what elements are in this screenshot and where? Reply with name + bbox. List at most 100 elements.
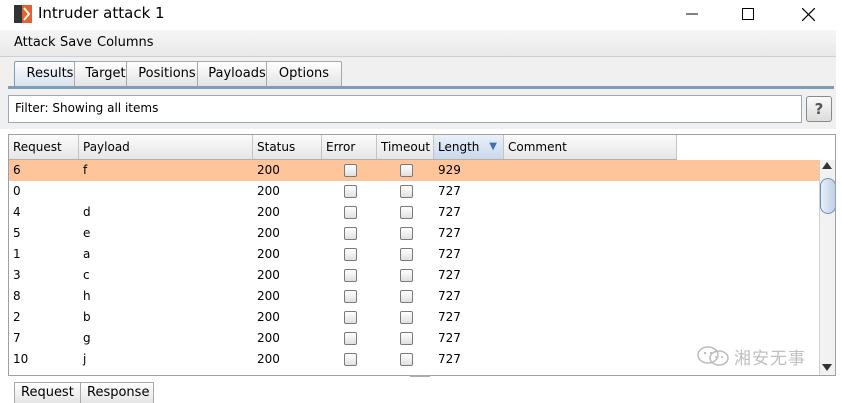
cell-payload: b (83, 310, 91, 324)
error-checkbox[interactable] (343, 185, 357, 198)
cell-comment (504, 307, 677, 328)
timeout-checkbox[interactable] (399, 227, 413, 240)
cell-timeout (377, 181, 434, 202)
cell-payload: j (83, 352, 87, 366)
cell-request: 5 (13, 226, 21, 240)
column-header-timeout[interactable]: Timeout (377, 135, 434, 159)
error-checkbox[interactable] (343, 332, 357, 345)
timeout-checkbox[interactable] (399, 311, 413, 324)
cell-comment (504, 265, 677, 286)
timeout-checkbox[interactable] (399, 185, 413, 198)
splitter-handle[interactable] (410, 375, 430, 377)
scroll-up-icon[interactable] (822, 162, 832, 169)
cell-error (322, 181, 377, 202)
cell-status: 200 (257, 163, 280, 177)
cell-length: 727 (438, 247, 461, 261)
cell-comment (504, 181, 677, 202)
window-title: Intruder attack 1 (38, 4, 165, 22)
cell-payload (79, 181, 253, 202)
sort-descending-icon: ▼ (489, 141, 497, 152)
cell-length: 727 (438, 352, 461, 366)
cell-status: 200 (257, 289, 280, 303)
table-row[interactable]: 1 a 200 727 (9, 244, 819, 265)
error-checkbox[interactable] (343, 227, 357, 240)
wechat-icon (697, 346, 729, 366)
table-row[interactable]: 6 f 200 929 (9, 160, 819, 181)
cell-status: 200 (257, 331, 280, 345)
help-icon[interactable]: ? (806, 96, 832, 122)
error-checkbox[interactable] (343, 290, 357, 303)
cell-request: 10 (13, 352, 29, 366)
error-checkbox[interactable] (343, 206, 357, 219)
cell-error (322, 160, 377, 181)
error-checkbox[interactable] (343, 353, 357, 366)
table-row[interactable]: 3 c 200 727 (9, 265, 819, 286)
cell-status: 200 (257, 268, 280, 282)
column-header-status[interactable]: Status (253, 135, 322, 159)
cell-request: 0 (13, 184, 21, 198)
menu-save[interactable]: Save (60, 35, 92, 50)
filter-bar[interactable]: Filter: Showing all items (8, 95, 802, 123)
scroll-down-icon[interactable] (822, 364, 832, 371)
table-row[interactable]: 5 e 200 727 (9, 223, 819, 244)
cell-length: 727 (438, 310, 461, 324)
cell-timeout (377, 286, 434, 307)
cell-comment (504, 160, 677, 181)
vertical-scrollbar[interactable] (819, 160, 835, 375)
timeout-checkbox[interactable] (399, 206, 413, 219)
column-header-comment[interactable]: Comment (504, 135, 677, 159)
timeout-checkbox[interactable] (399, 269, 413, 282)
cell-error (322, 244, 377, 265)
cell-request: 1 (13, 247, 21, 261)
error-checkbox[interactable] (343, 164, 357, 177)
error-checkbox[interactable] (343, 269, 357, 282)
menu-columns[interactable]: Columns (97, 35, 154, 50)
tab-payloads[interactable]: Payloads (197, 61, 277, 86)
timeout-checkbox[interactable] (399, 353, 413, 366)
cell-timeout (377, 307, 434, 328)
table-row[interactable]: 2 b 200 727 (9, 307, 819, 328)
menu-attack[interactable]: Attack (14, 35, 56, 50)
cell-comment (504, 286, 677, 307)
cell-timeout (377, 265, 434, 286)
cell-request: 8 (13, 289, 21, 303)
cell-payload: f (83, 163, 88, 177)
cell-payload: c (83, 268, 90, 282)
tab-positions[interactable]: Positions (126, 61, 208, 86)
cell-payload: h (83, 289, 91, 303)
error-checkbox[interactable] (343, 248, 357, 261)
minimize-icon[interactable] (672, 2, 712, 26)
cell-payload: g (83, 331, 91, 345)
cell-error (322, 286, 377, 307)
cell-payload: e (83, 226, 91, 240)
column-header-payload[interactable]: Payload (79, 135, 253, 159)
close-icon[interactable] (788, 2, 828, 26)
cell-request: 2 (13, 310, 21, 324)
timeout-checkbox[interactable] (399, 248, 413, 261)
tab-options[interactable]: Options (266, 61, 342, 86)
cell-request: 3 (13, 268, 21, 282)
table-row[interactable]: 0 200 727 (9, 181, 819, 202)
timeout-checkbox[interactable] (399, 332, 413, 345)
maximize-icon[interactable] (728, 2, 768, 26)
filter-row: Filter: Showing all items ? (0, 91, 836, 129)
timeout-checkbox[interactable] (399, 164, 413, 177)
column-header-length[interactable]: Length ▼ (434, 135, 504, 159)
cell-comment (504, 202, 677, 223)
cell-length: 727 (438, 184, 461, 198)
cell-status: 200 (257, 205, 280, 219)
column-header-request[interactable]: Request (9, 135, 79, 159)
timeout-checkbox[interactable] (399, 290, 413, 303)
watermark-text: 湘安无事 (734, 348, 806, 369)
table-row[interactable]: 8 h 200 727 (9, 286, 819, 307)
cell-request: 4 (13, 205, 21, 219)
cell-status: 200 (257, 184, 280, 198)
cell-length: 929 (438, 163, 461, 177)
cell-error (322, 265, 377, 286)
scroll-thumb[interactable] (820, 178, 835, 214)
table-row[interactable]: 4 d 200 727 (9, 202, 819, 223)
cell-error (322, 307, 377, 328)
error-checkbox[interactable] (343, 311, 357, 324)
column-header-error[interactable]: Error (322, 135, 377, 159)
cell-status: 200 (257, 226, 280, 240)
